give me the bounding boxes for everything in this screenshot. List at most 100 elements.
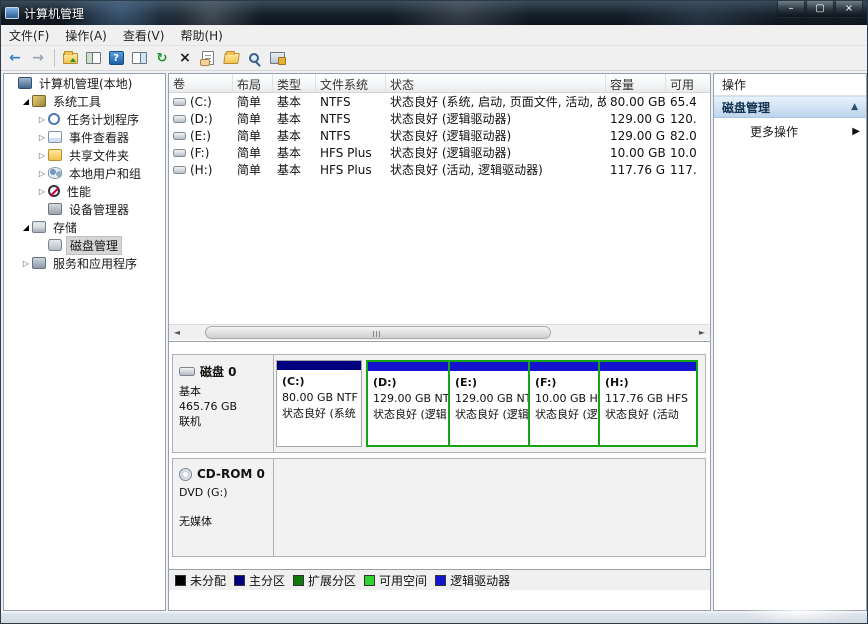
expander-icon[interactable]: ▷: [36, 115, 48, 124]
legend-extended-partition: 扩展分区: [293, 572, 356, 589]
primary-partition-bar: [277, 361, 361, 370]
header-capacity[interactable]: 容量: [606, 74, 666, 92]
up-level-button[interactable]: [59, 48, 81, 69]
scrollbar-track[interactable]: [185, 325, 694, 341]
open-folder-icon: [223, 53, 240, 64]
header-free[interactable]: 可用: [666, 74, 710, 92]
open-button[interactable]: [220, 48, 242, 69]
tree-item-task-scheduler[interactable]: ▷ 任务计划程序: [4, 110, 165, 128]
partition-c[interactable]: (C:) 80.00 GB NTF 状态良好 (系统: [276, 360, 362, 447]
forward-icon: →: [32, 51, 44, 65]
logical-drive-bar: [530, 362, 598, 371]
expander-icon[interactable]: ▷: [20, 259, 32, 268]
logical-drive-bar: [450, 362, 528, 371]
tree-item-performance[interactable]: ▷ 性能: [4, 182, 165, 200]
graphical-view: 磁盘 0 基本 465.76 GB 联机 (C:) 80.00 GB NTF 状…: [169, 341, 710, 590]
menu-help[interactable]: 帮助(H): [172, 25, 230, 46]
toolbar: ← → ? ↻ ×: [1, 46, 868, 71]
scroll-left-icon[interactable]: ◄: [169, 328, 185, 337]
extended-partition-group: (D:) 129.00 GB NT 状态良好 (逻辑 (E:) 129.00 G…: [366, 360, 698, 447]
partition-f[interactable]: (F:) 10.00 GB H 状态良好 (逻: [530, 362, 600, 445]
shared-folders-icon: [48, 149, 62, 161]
expander-icon[interactable]: ▷: [36, 133, 48, 142]
extended-color-swatch: [293, 575, 304, 586]
volume-row-d[interactable]: (D:) 简单 基本 NTFS 状态良好 (逻辑驱动器) 129.00 GB 1…: [169, 110, 710, 127]
tree-item-services-applications[interactable]: ▷ 服务和应用程序: [4, 254, 165, 272]
more-actions-item[interactable]: 更多操作 ▶: [714, 118, 866, 144]
legend-free-space: 可用空间: [364, 572, 427, 589]
partition-h[interactable]: (H:) 117.76 GB HFS 状态良好 (活动: [600, 362, 696, 445]
header-layout[interactable]: 布局: [233, 74, 273, 92]
cdrom-info[interactable]: CD-ROM 0 DVD (G:) 无媒体: [173, 459, 274, 556]
expander-icon[interactable]: ▷: [36, 187, 48, 196]
tree-item-device-manager[interactable]: 设备管理器: [4, 200, 165, 218]
refresh-button[interactable]: ↻: [151, 48, 173, 69]
header-status[interactable]: 状态: [386, 74, 606, 92]
tree-item-computer-management[interactable]: 计算机管理(本地): [4, 74, 165, 92]
menu-view[interactable]: 查看(V): [115, 25, 173, 46]
minimize-button[interactable]: –: [777, 1, 805, 18]
main-area: 计算机管理(本地) ◢ 系统工具 ▷ 任务计划程序 ▷ 事件查看器 ▷ 共享文件…: [1, 71, 868, 613]
partitions: (C:) 80.00 GB NTF 状态良好 (系统 (D:) 129.00 G…: [274, 355, 705, 452]
expander-icon[interactable]: ◢: [20, 97, 32, 106]
tree-item-storage[interactable]: ◢ 存储: [4, 218, 165, 236]
disk0-size: 465.76 GB: [179, 399, 267, 414]
volume-icon: [173, 115, 186, 123]
partition-e[interactable]: (E:) 129.00 GB NTF 状态良好 (逻辑: [450, 362, 530, 445]
partition-d[interactable]: (D:) 129.00 GB NT 状态良好 (逻辑: [368, 362, 450, 445]
volume-icon: [173, 132, 186, 140]
volume-row-h[interactable]: (H:) 简单 基本 HFS Plus 状态良好 (活动, 逻辑驱动器) 117…: [169, 161, 710, 178]
console-tree-button[interactable]: [82, 48, 104, 69]
logical-drive-color-swatch: [435, 575, 446, 586]
cdrom-icon: [179, 468, 192, 481]
menu-action[interactable]: 操作(A): [57, 25, 115, 46]
expander-icon[interactable]: ▷: [36, 169, 48, 178]
properties-button[interactable]: [197, 48, 219, 69]
expander-icon[interactable]: ▷: [36, 151, 48, 160]
help-icon: ?: [109, 51, 124, 65]
tree-item-event-viewer[interactable]: ▷ 事件查看器: [4, 128, 165, 146]
legend-bar: 未分配 主分区 扩展分区 可用空间: [169, 569, 710, 590]
volume-row-e[interactable]: (E:) 简单 基本 NTFS 状态良好 (逻辑驱动器) 129.00 GB 8…: [169, 127, 710, 144]
expander-icon[interactable]: ◢: [20, 223, 32, 232]
volume-icon: [173, 166, 186, 174]
header-type[interactable]: 类型: [273, 74, 316, 92]
help-button[interactable]: ?: [105, 48, 127, 69]
action-pane-button[interactable]: [128, 48, 150, 69]
tree-item-local-users-groups[interactable]: ▷ 本地用户和组: [4, 164, 165, 182]
scroll-right-icon[interactable]: ►: [694, 328, 710, 337]
header-filesystem[interactable]: 文件系统: [316, 74, 386, 92]
maximize-button[interactable]: ▢: [806, 1, 834, 18]
volume-row-c[interactable]: (C:) 简单 基本 NTFS 状态良好 (系统, 启动, 页面文件, 活动, …: [169, 93, 710, 110]
submenu-arrow-icon: ▶: [852, 126, 860, 137]
tree-item-shared-folders[interactable]: ▷ 共享文件夹: [4, 146, 165, 164]
computer-management-window: 计算机管理 – ▢ × 文件(F) 操作(A) 查看(V) 帮助(H) ← → …: [0, 0, 868, 624]
tree-item-disk-management[interactable]: 磁盘管理: [4, 236, 165, 254]
magnifier-icon: [249, 53, 259, 63]
disk-management-section-bar[interactable]: 磁盘管理 ▲: [714, 96, 866, 118]
task-scheduler-icon: [48, 113, 60, 125]
volume-row-f[interactable]: (F:) 简单 基本 HFS Plus 状态良好 (逻辑驱动器) 10.00 G…: [169, 144, 710, 161]
menu-file[interactable]: 文件(F): [1, 25, 57, 46]
zoom-button[interactable]: [243, 48, 265, 69]
horizontal-scrollbar[interactable]: ◄ ►: [169, 324, 710, 340]
disk-manager-tool-button[interactable]: [266, 48, 288, 69]
delete-button[interactable]: ×: [174, 48, 196, 69]
disk-icon: [179, 367, 195, 376]
disk0-info[interactable]: 磁盘 0 基本 465.76 GB 联机: [173, 355, 274, 452]
close-button[interactable]: ×: [835, 1, 863, 18]
properties-icon: [202, 51, 214, 65]
free-space-color-swatch: [364, 575, 375, 586]
window-bottom-frame: [1, 613, 868, 624]
delete-icon: ×: [179, 51, 191, 65]
tree-item-system-tools[interactable]: ◢ 系统工具: [4, 92, 165, 110]
header-volume[interactable]: 卷: [169, 74, 233, 92]
toolbar-separator: [54, 49, 55, 67]
scrollbar-thumb[interactable]: [205, 326, 551, 339]
disk0-band: 磁盘 0 基本 465.76 GB 联机 (C:) 80.00 GB NTF 状…: [172, 354, 706, 453]
system-tools-icon: [32, 95, 46, 107]
collapse-icon[interactable]: ▲: [851, 102, 858, 112]
back-button[interactable]: ←: [4, 48, 26, 69]
event-viewer-icon: [48, 131, 62, 143]
forward-button[interactable]: →: [27, 48, 49, 69]
